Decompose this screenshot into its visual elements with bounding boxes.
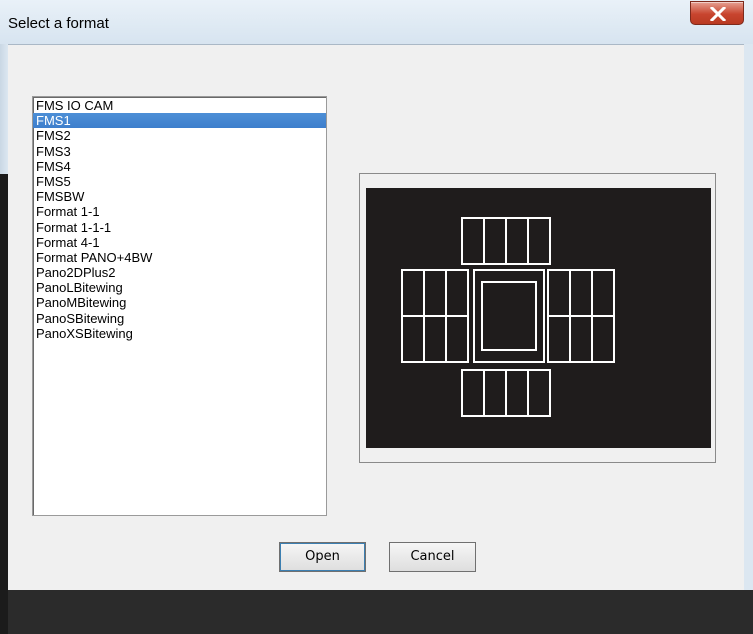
format-list-item[interactable]: Format 1-1-1	[33, 220, 326, 235]
center-frame	[473, 269, 545, 363]
format-list-item[interactable]: FMS5	[33, 174, 326, 189]
bottom-image-slot	[505, 369, 529, 417]
format-list-item[interactable]: FMS3	[33, 144, 326, 159]
preview-frame	[359, 173, 716, 463]
bottom-image-slot	[483, 369, 507, 417]
format-list-item[interactable]: FMSBW	[33, 189, 326, 204]
format-listbox[interactable]: FMS IO CAM FMS1 FMS2 FMS3 FMS4 FMS5 FMSBW Forma…	[32, 96, 327, 516]
right-image-slot	[591, 315, 615, 363]
top-image-slot	[483, 217, 507, 265]
format-list-item[interactable]: FMS1	[33, 113, 326, 129]
left-image-slot	[401, 315, 425, 363]
close-icon	[710, 7, 726, 21]
right-window-frame	[744, 44, 753, 590]
top-image-slot	[505, 217, 529, 265]
right-image-slot	[591, 269, 615, 317]
format-list-item[interactable]: FMS2	[33, 128, 326, 143]
title-bar[interactable]: Select a format	[0, 0, 753, 44]
format-list-item[interactable]: FMS4	[33, 159, 326, 174]
format-list-item[interactable]: FMS IO CAM	[33, 98, 326, 113]
dialog-body: FMS IO CAM FMS1 FMS2 FMS3 FMS4 FMS5 FMSBW Forma…	[8, 44, 744, 590]
right-image-slot	[569, 269, 593, 317]
left-image-slot	[445, 269, 469, 317]
format-list-item[interactable]: Format 1-1	[33, 204, 326, 219]
left-image-slot	[423, 269, 447, 317]
format-preview	[366, 188, 711, 448]
bottom-image-slot	[461, 369, 485, 417]
center-image-slot	[481, 281, 537, 351]
format-list-item[interactable]: Format 4-1	[33, 235, 326, 250]
top-image-slot	[461, 217, 485, 265]
left-window-frame	[0, 44, 8, 634]
bottom-image-slot	[527, 369, 551, 417]
open-button[interactable]: Open	[279, 542, 366, 572]
format-dialog: Select a format FMS IO CAM FMS1 FMS2 FMS3 FM…	[0, 0, 753, 634]
right-image-slot	[569, 315, 593, 363]
format-list-item[interactable]: PanoLBitewing	[33, 280, 326, 295]
format-list-item[interactable]: Pano2DPlus2	[33, 265, 326, 280]
left-image-slot	[423, 315, 447, 363]
right-image-slot	[547, 269, 571, 317]
format-list-item[interactable]: Format PANO+4BW	[33, 250, 326, 265]
window-title: Select a format	[8, 15, 109, 32]
cancel-button[interactable]: Cancel	[389, 542, 476, 572]
left-image-slot	[401, 269, 425, 317]
fms-layout-diagram	[401, 217, 615, 417]
format-list-item[interactable]: PanoMBitewing	[33, 295, 326, 310]
right-image-slot	[547, 315, 571, 363]
close-button[interactable]	[690, 1, 744, 25]
format-list-item[interactable]: PanoSBitewing	[33, 311, 326, 326]
top-image-slot	[527, 217, 551, 265]
left-image-slot	[445, 315, 469, 363]
format-list-item[interactable]: PanoXSBitewing	[33, 326, 326, 341]
